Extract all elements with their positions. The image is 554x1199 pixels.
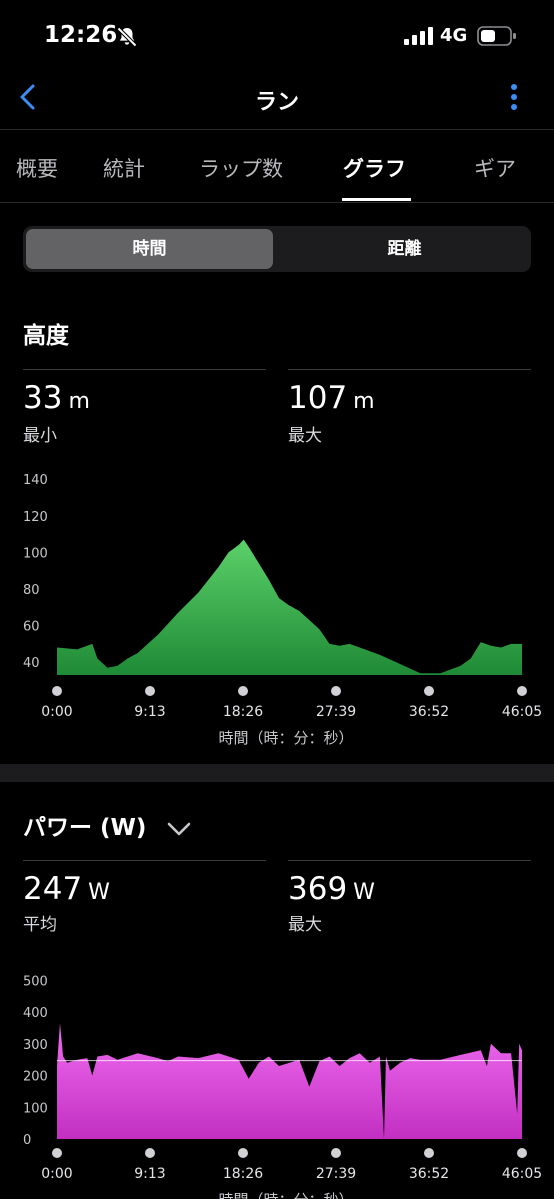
x-tick-dot	[424, 686, 434, 696]
y-tick-label: 40	[23, 656, 40, 671]
x-tick-label: 36:52	[409, 704, 449, 720]
divider	[23, 369, 266, 370]
elevation-max-label: 最大	[288, 426, 322, 446]
chevron-down-icon	[168, 822, 191, 835]
status-bar: 12:26 4G	[0, 0, 554, 70]
power-avg-value: 247 W	[23, 871, 110, 907]
area-series	[57, 539, 522, 675]
y-tick-label: 80	[23, 583, 40, 598]
x-tick-label: 0:00	[41, 704, 72, 720]
active-tab-indicator	[342, 198, 411, 201]
y-tick-label: 100	[23, 546, 48, 561]
x-tick-dot	[517, 1148, 527, 1158]
status-time: 12:26	[44, 22, 118, 48]
segment-distance[interactable]: 距離	[281, 229, 528, 269]
tab-graphs[interactable]: グラフ	[343, 153, 406, 183]
tab-gear[interactable]: ギア	[474, 153, 516, 183]
x-tick-label: 18:26	[223, 1166, 263, 1182]
power-chart: 0 100 200 300 400 500 0:00 9:13 18:26 27:39 36:52 4…	[23, 974, 542, 1199]
vertical-ellipsis-icon[interactable]	[505, 82, 523, 114]
y-tick-label: 100	[23, 1101, 48, 1116]
section-separator	[0, 764, 554, 782]
x-axis-title: 時間（時：分：秒）	[218, 1191, 353, 1199]
divider	[23, 860, 266, 861]
y-tick-label: 200	[23, 1070, 48, 1085]
x-tick-dot	[238, 1148, 248, 1158]
elevation-min-value: 33 m	[23, 380, 90, 416]
x-axis-title: 時間（時：分：秒）	[218, 729, 353, 747]
y-tick-label: 400	[23, 1006, 48, 1021]
x-tick-label: 9:13	[134, 704, 165, 720]
divider	[288, 860, 531, 861]
battery-icon	[477, 26, 516, 46]
segment-time[interactable]: 時間	[26, 229, 273, 269]
divider	[288, 369, 531, 370]
x-tick-dot	[238, 686, 248, 696]
tab-stats[interactable]: 統計	[103, 153, 145, 183]
network-label: 4G	[440, 25, 468, 46]
x-tick-dot	[517, 686, 527, 696]
elevation-chart: 40 60 80 100 120 140 0:00 9:13 18:26 27:39 36:52 46…	[23, 473, 542, 747]
page-title: ラン	[254, 90, 299, 115]
power-max-value: 369 W	[288, 871, 375, 907]
x-tick-label: 36:52	[409, 1166, 449, 1182]
elevation-title: 高度	[23, 323, 69, 349]
y-tick-label: 500	[23, 974, 48, 989]
x-tick-label: 9:13	[134, 1166, 165, 1182]
x-tick-label: 46:05	[502, 1166, 542, 1182]
power-avg-label: 平均	[23, 915, 57, 935]
x-tick-dot	[52, 686, 62, 696]
y-tick-label: 60	[23, 620, 40, 635]
nav-bar: ラン	[0, 70, 554, 130]
x-tick-dot	[424, 1148, 434, 1158]
tab-laps[interactable]: ラップ数	[199, 153, 283, 183]
y-tick-label: 0	[23, 1133, 31, 1148]
y-tick-label: 120	[23, 510, 48, 525]
power-title: パワー (W)	[23, 815, 147, 841]
power-max-label: 最大	[288, 915, 322, 935]
x-tick-label: 18:26	[223, 704, 263, 720]
x-tick-dot	[331, 1148, 341, 1158]
x-tick-label: 0:00	[41, 1166, 72, 1182]
x-tick-label: 46:05	[502, 704, 542, 720]
y-tick-label: 300	[23, 1038, 48, 1053]
signal-icon	[404, 27, 433, 45]
power-title-dropdown[interactable]: パワー (W)	[23, 808, 192, 842]
tab-overview[interactable]: 概要	[16, 153, 58, 183]
elevation-max-value: 107 m	[288, 380, 375, 416]
bell-slash-icon	[117, 27, 137, 47]
x-tick-dot	[145, 1148, 155, 1158]
x-tick-dot	[145, 686, 155, 696]
y-tick-label: 140	[23, 473, 48, 488]
x-tick-dot	[331, 686, 341, 696]
x-tick-dot	[52, 1148, 62, 1158]
time-distance-toggle: 時間 距離	[23, 226, 531, 272]
tab-bar: 概要 統計 ラップ数 グラフ ギア	[0, 131, 554, 203]
x-tick-label: 27:39	[316, 1166, 356, 1182]
x-tick-label: 27:39	[316, 704, 356, 720]
area-series	[57, 1023, 522, 1139]
elevation-min-label: 最小	[23, 426, 57, 446]
